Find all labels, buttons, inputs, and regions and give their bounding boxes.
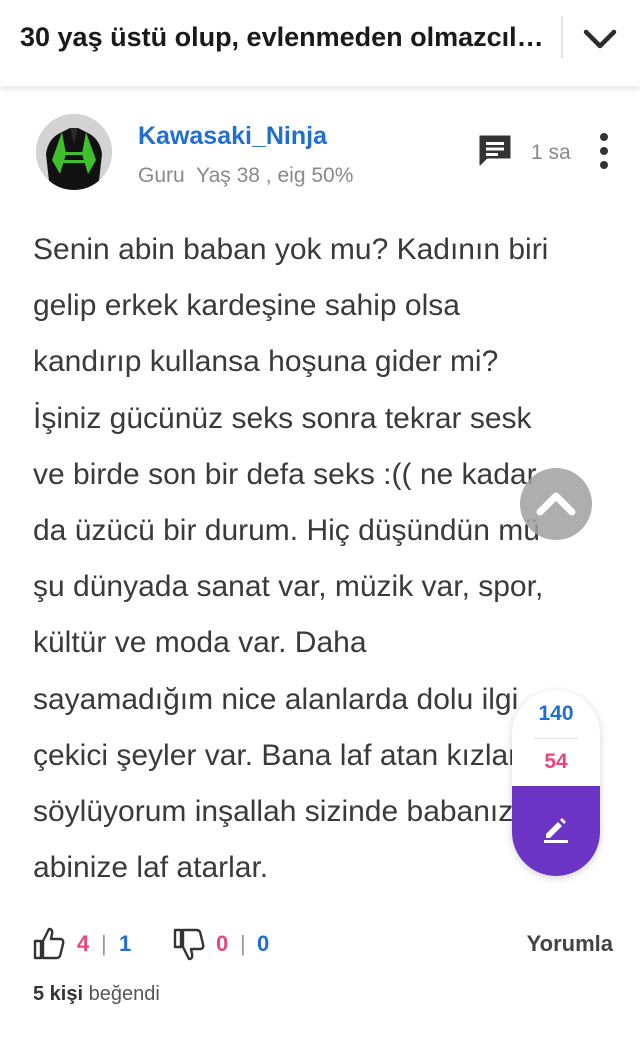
likers-count: 5 kişi [33,983,84,1005]
header-divider [561,16,563,58]
vote-panel: 140 54 [512,690,600,876]
dislike-count-female: 0 [216,931,229,956]
avatar-jacket-image [36,114,112,190]
more-options-icon[interactable] [592,132,616,170]
upvote-count[interactable]: 140 [512,702,600,726]
chevron-up-icon [536,492,576,516]
pencil-icon [544,818,568,843]
vote-divider [534,738,578,739]
message-icon[interactable] [476,132,514,170]
like-separator: | [101,931,107,956]
scroll-top-button[interactable] [520,468,592,540]
likers-summary[interactable]: 5 kişi beğendi [33,983,160,1006]
question-title[interactable]: 30 yaş üstü olup, evlenmeden olmazcılara… [20,22,550,53]
thumbs-down-icon[interactable] [173,928,205,962]
answer-actions: 4 | 1 0 | 0 Yorumla [33,926,613,966]
author-meta: Guru Yaş 38 , eig 50% [138,164,359,188]
like-count-female: 4 [77,931,90,956]
downvote-count[interactable]: 54 [512,750,600,774]
like-count-male: 1 [119,931,132,956]
chevron-down-icon[interactable] [580,22,620,56]
write-answer-button[interactable] [512,786,600,876]
likers-suffix: beğendi [88,983,160,1005]
author-rank: Guru [138,164,185,187]
dislike-separator: | [240,931,246,956]
top-bar: 30 yaş üstü olup, evlenmeden olmazcılara… [0,0,640,86]
author-details: Yaş 38 , eig 50% [196,164,354,187]
author-username[interactable]: Kawasaki_Ninja [138,122,327,151]
post-time: 1 sa [531,141,571,164]
dislike-count-male: 0 [257,931,270,956]
thumbs-up-icon[interactable] [33,926,65,960]
comment-button[interactable]: Yorumla [527,931,613,957]
avatar[interactable] [36,114,112,190]
